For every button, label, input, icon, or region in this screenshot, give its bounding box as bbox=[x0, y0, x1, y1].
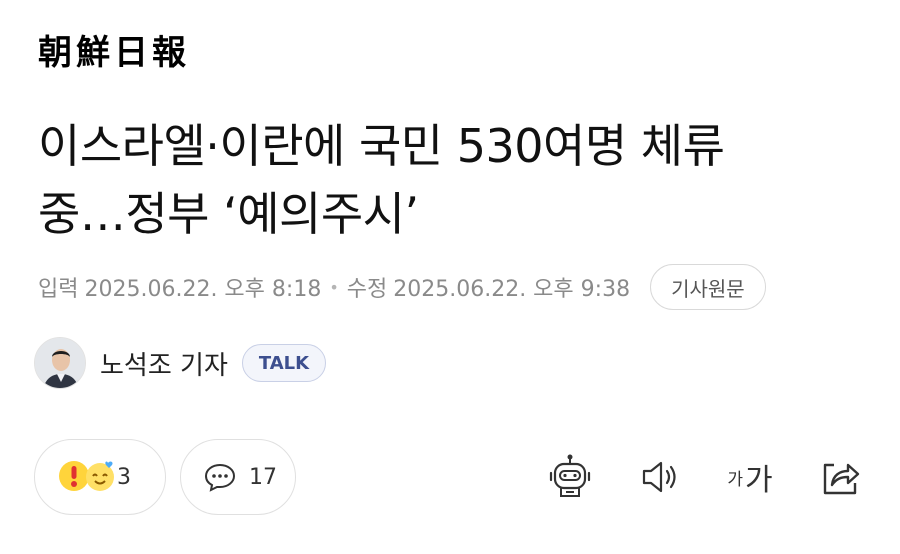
talk-button[interactable]: TALK bbox=[241, 344, 327, 382]
comment-count: 17 bbox=[249, 464, 277, 490]
author-avatar[interactable] bbox=[34, 337, 86, 389]
updated-label: 수정 bbox=[346, 277, 388, 302]
comment-bubble-icon bbox=[204, 463, 236, 492]
ai-summary-button[interactable] bbox=[546, 453, 594, 501]
font-size-small-label: 가 bbox=[727, 469, 744, 490]
published-label: 입력 bbox=[38, 277, 79, 302]
meta-separator: • bbox=[329, 277, 339, 297]
published-date: 2025.06.22. 오후 8:18 bbox=[84, 277, 322, 302]
font-size-large-label: 가 bbox=[745, 463, 773, 498]
headline-line-2: 중…정부 ‘예의주시’ bbox=[38, 187, 419, 241]
reaction-count: 3 bbox=[117, 464, 131, 490]
comment-button[interactable]: 17 bbox=[180, 439, 296, 515]
font-size-button[interactable]: 가가 bbox=[726, 453, 774, 501]
share-icon bbox=[823, 463, 860, 495]
author-row: 노석조 기자 TALK bbox=[34, 336, 327, 390]
original-article-button[interactable]: 기사원문 bbox=[650, 264, 766, 310]
article-meta: 입력 2025.06.22. 오후 8:18 • 수정 2025.06.22. … bbox=[38, 262, 766, 312]
author-name[interactable]: 노석조 기자 bbox=[100, 345, 228, 382]
love-emoji-icon bbox=[86, 461, 114, 491]
share-button[interactable] bbox=[816, 453, 864, 501]
article-tools: 가가 bbox=[546, 453, 864, 501]
article-action-bar: 3 17 가 가 bbox=[34, 438, 870, 516]
ai-robot-icon bbox=[549, 454, 591, 497]
newspaper-logo[interactable]: 朝鮮日報 bbox=[38, 30, 190, 76]
headline-line-1: 이스라엘·이란에 국민 530여명 체류 bbox=[38, 119, 725, 173]
speaker-icon bbox=[642, 461, 676, 493]
updated-date: 2025.06.22. 오후 9:38 bbox=[393, 277, 631, 302]
article-headline: 이스라엘·이란에 국민 530여명 체류 중…정부 ‘예의주시’ bbox=[38, 112, 878, 248]
listen-button[interactable] bbox=[636, 453, 684, 501]
reaction-button[interactable]: 3 bbox=[34, 439, 166, 515]
avatar-portrait-icon bbox=[35, 338, 85, 388]
reaction-emoji-icon bbox=[57, 457, 117, 497]
